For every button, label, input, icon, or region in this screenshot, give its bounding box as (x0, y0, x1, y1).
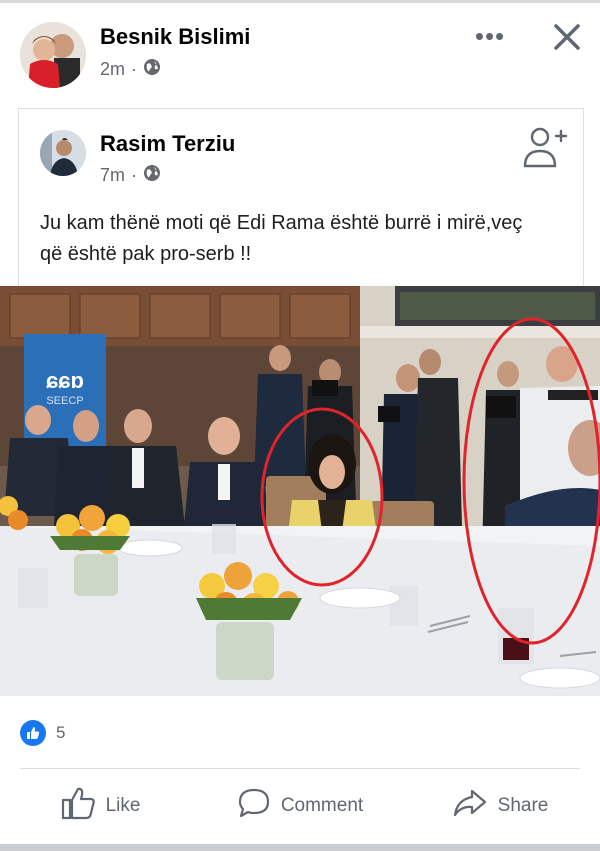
globe-icon (143, 58, 161, 81)
shared-author-name[interactable]: Rasim Terziu (100, 131, 235, 157)
shared-post-text: Ju kam thënë moti që Edi Rama është burr… (40, 212, 523, 265)
meta-separator: · (131, 165, 138, 185)
top-divider (0, 0, 600, 3)
like-reaction-icon (20, 720, 46, 746)
share-button[interactable]: Share (400, 780, 600, 832)
author-avatar[interactable] (20, 22, 86, 88)
share-icon (452, 787, 488, 825)
like-button[interactable]: Like (0, 780, 200, 832)
comment-icon (237, 787, 271, 825)
shared-post-time[interactable]: 7m (100, 165, 125, 186)
comment-button[interactable]: Comment (200, 780, 400, 832)
more-options-button[interactable]: ••• (470, 22, 510, 52)
add-friend-icon[interactable] (520, 124, 568, 168)
bottom-divider (0, 844, 600, 851)
share-label: Share (497, 795, 549, 816)
like-label: Like (105, 795, 141, 816)
post-action-bar: Like Comment Share (0, 780, 600, 832)
meta-separator: · (131, 59, 138, 79)
post-time[interactable]: 2m (100, 59, 125, 80)
post-meta: 2m · (100, 58, 161, 81)
shared-post-meta: 7m · (100, 164, 161, 187)
globe-icon (143, 164, 161, 187)
close-icon[interactable] (548, 18, 586, 56)
thumbs-up-icon (60, 786, 96, 826)
post-photo[interactable]: ɕɕɒ SEECP (0, 286, 600, 696)
reaction-count: 5 (56, 723, 66, 742)
author-name[interactable]: Besnik Bislimi (100, 24, 250, 50)
shared-author-avatar[interactable] (40, 130, 86, 176)
actions-divider (20, 768, 580, 769)
banner-logo-text: SEECP (46, 395, 83, 407)
comment-label: Comment (280, 795, 364, 816)
reactions-summary[interactable]: 5 (20, 720, 65, 746)
svg-text:ɕɕɒ: ɕɕɒ (46, 368, 84, 393)
